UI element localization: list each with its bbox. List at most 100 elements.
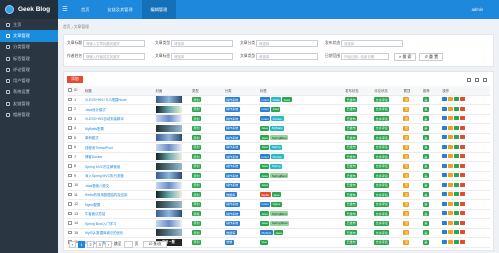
tab-edit[interactable]: 编辑管理: [141, 0, 177, 19]
view-icon[interactable]: [442, 201, 448, 206]
comment-status-badge[interactable]: 允许评论: [374, 201, 390, 207]
sidebar-item-categories[interactable]: 分类管理: [0, 42, 58, 53]
recommend-status-badge[interactable]: 是: [422, 106, 429, 112]
view-icon[interactable]: [442, 163, 448, 168]
publish-status-badge[interactable]: 已发布: [345, 125, 358, 131]
page-size-select[interactable]: 10 条/页: [143, 241, 167, 248]
settings-icon[interactable]: [454, 182, 460, 187]
tab-home[interactable]: 首页: [72, 0, 98, 19]
edit-icon[interactable]: [448, 125, 454, 130]
delete-icon[interactable]: [460, 163, 466, 168]
tab-links[interactable]: 友链及其管理: [98, 0, 141, 19]
menu-toggle-icon[interactable]: ☰: [58, 6, 72, 13]
row-title-link[interactable]: Java设计模式: [84, 104, 155, 115]
recommend-status-badge[interactable]: 是: [422, 182, 429, 188]
sidebar-item-users[interactable]: 用户管理: [0, 75, 58, 86]
recommend-status-badge[interactable]: 是: [422, 220, 429, 226]
delete-icon[interactable]: [460, 201, 466, 206]
prev-page-button[interactable]: ‹: [69, 241, 76, 248]
col-type[interactable]: 类型: [190, 86, 224, 96]
row-title-link[interactable]: Redis的常用数据结构及应用: [84, 190, 155, 200]
edit-icon[interactable]: [448, 154, 454, 159]
delete-icon[interactable]: [460, 230, 466, 235]
publish-status-badge[interactable]: 已发布: [345, 97, 358, 103]
row-title-link[interactable]: Spring MVC的注解使用: [84, 161, 155, 172]
row-title-link[interactable]: Spring Boot入门学习: [84, 218, 155, 229]
comment-status-badge[interactable]: 允许评论: [374, 163, 390, 169]
breadcrumb-home[interactable]: 首页: [63, 25, 71, 30]
top-status-badge[interactable]: 否: [403, 135, 410, 141]
recommend-status-badge[interactable]: 是: [422, 192, 429, 198]
sidebar-item-articles[interactable]: 文章管理: [0, 30, 58, 42]
comment-status-badge[interactable]: 允许评论: [374, 144, 390, 150]
view-icon[interactable]: [442, 230, 448, 235]
top-status-badge[interactable]: 否: [403, 182, 410, 188]
recommend-status-badge[interactable]: 是: [422, 97, 429, 103]
row-title-link[interactable]: 线程池ThreadPool: [84, 142, 155, 153]
title-filter-input[interactable]: 请输入文章标题关键字: [83, 40, 145, 47]
edit-icon[interactable]: [448, 106, 454, 111]
publish-status-badge[interactable]: 已发布: [345, 211, 358, 217]
comment-status-badge[interactable]: 允许评论: [374, 173, 390, 179]
delete-icon[interactable]: [460, 220, 466, 225]
recommend-status-badge[interactable]: 是: [422, 135, 429, 141]
edit-icon[interactable]: [448, 97, 454, 102]
publish-status-badge[interactable]: 已发布: [345, 182, 358, 188]
settings-icon[interactable]: [454, 220, 460, 225]
publish-status-badge[interactable]: 已发布: [345, 144, 358, 150]
col-title[interactable]: 标题: [84, 86, 155, 96]
view-icon[interactable]: [442, 173, 448, 178]
top-status-badge[interactable]: 否: [403, 211, 410, 217]
comment-status-badge[interactable]: 允许评论: [374, 135, 390, 141]
comment-status-badge[interactable]: 允许评论: [374, 106, 390, 112]
delete-icon[interactable]: [460, 173, 466, 178]
edit-icon[interactable]: [448, 173, 454, 178]
publish-status-badge[interactable]: 已发布: [345, 220, 358, 226]
recommend-status-badge[interactable]: 是: [422, 239, 429, 245]
top-status-badge[interactable]: 否: [403, 220, 410, 226]
settings-icon[interactable]: [454, 201, 460, 206]
page-1[interactable]: 1: [78, 241, 85, 248]
print-icon[interactable]: [483, 77, 487, 82]
reset-button[interactable]: ↺ 重 置: [419, 52, 444, 61]
view-icon[interactable]: [442, 192, 448, 197]
publish-status-badge[interactable]: 已发布: [345, 230, 358, 236]
row-title-link[interactable]: 单例模式: [84, 133, 155, 143]
col-comment[interactable]: 评论状态: [373, 86, 403, 96]
page-2[interactable]: 2: [87, 241, 94, 248]
sidebar-item-settings[interactable]: 系统设置: [0, 87, 58, 98]
edit-icon[interactable]: [448, 239, 454, 244]
edit-icon[interactable]: [448, 163, 454, 168]
delete-icon[interactable]: [460, 144, 466, 149]
view-icon[interactable]: [442, 154, 448, 159]
page-3[interactable]: 3: [96, 241, 103, 248]
publish-status-badge[interactable]: 已发布: [345, 239, 358, 245]
tag-filter-select[interactable]: 请选择: [171, 53, 233, 60]
type2-filter-select[interactable]: 请选择: [256, 53, 318, 60]
row-title-link[interactable]: VLESS+WS自动安装脚本: [84, 114, 155, 124]
settings-icon[interactable]: [454, 125, 460, 130]
comment-status-badge[interactable]: 允许评论: [374, 220, 390, 226]
delete-icon[interactable]: [460, 239, 466, 244]
comment-status-badge[interactable]: 允许评论: [374, 239, 390, 245]
sidebar-item-comments[interactable]: 评论管理: [0, 64, 58, 75]
view-icon[interactable]: [442, 239, 448, 244]
author-filter-input[interactable]: 请输入作者姓名关键字: [83, 53, 145, 60]
delete-icon[interactable]: [460, 125, 466, 130]
delete-icon[interactable]: [460, 116, 466, 121]
col-publish[interactable]: 发布状态: [344, 86, 374, 96]
recommend-status-badge[interactable]: 是: [422, 144, 429, 150]
comment-status-badge[interactable]: 允许评论: [374, 116, 390, 122]
col-category[interactable]: 分类: [223, 86, 260, 96]
settings-icon[interactable]: [454, 135, 460, 140]
settings-icon[interactable]: [454, 154, 460, 159]
goto-page-input[interactable]: [123, 241, 133, 248]
sidebar-item-album[interactable]: 相册管理: [0, 109, 58, 120]
row-title-link[interactable]: MyBatis配置: [84, 123, 155, 134]
recommend-status-badge[interactable]: 是: [422, 211, 429, 217]
add-article-button[interactable]: 添加: [67, 76, 83, 83]
publish-status-badge[interactable]: 已发布: [345, 163, 358, 169]
type-filter-select[interactable]: 请选择: [171, 40, 233, 47]
edit-icon[interactable]: [448, 116, 454, 121]
delete-icon[interactable]: [460, 106, 466, 111]
